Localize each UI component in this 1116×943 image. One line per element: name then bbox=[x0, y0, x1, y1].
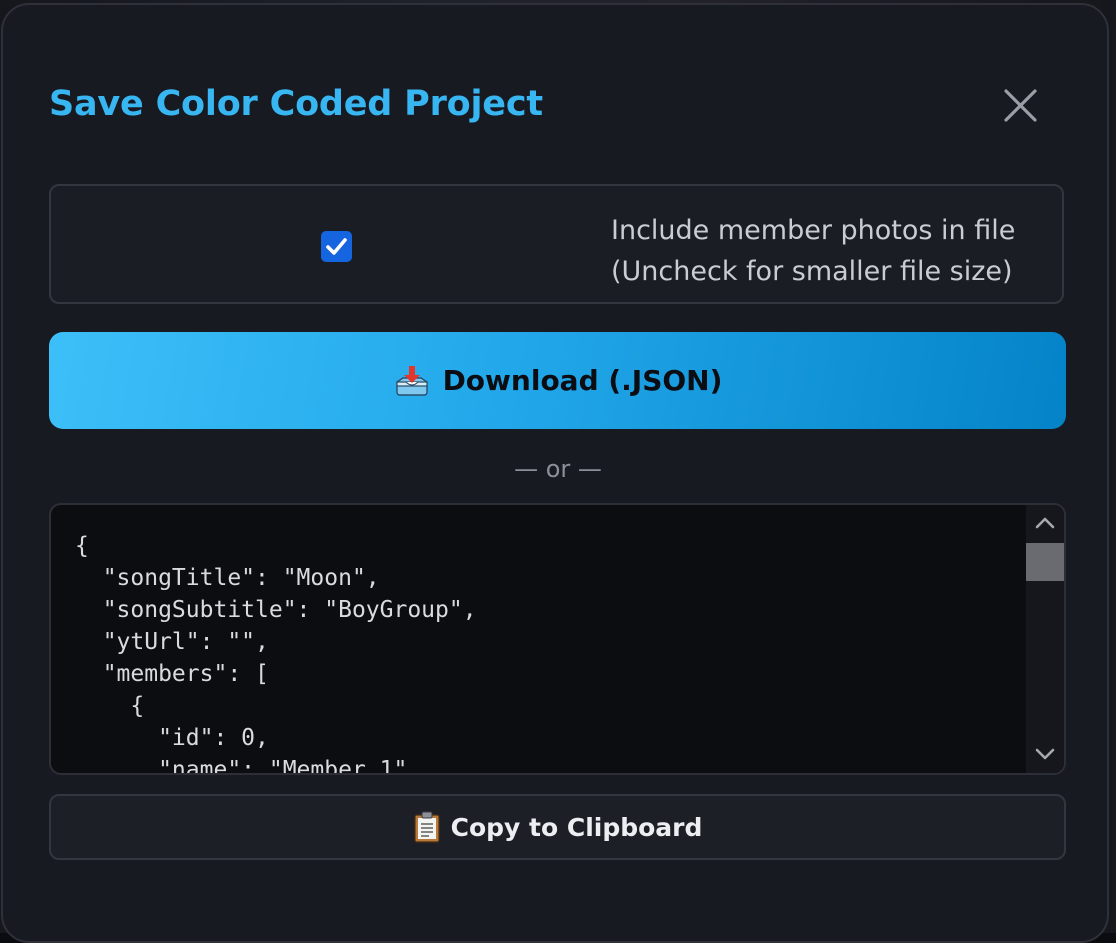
include-photos-checkbox[interactable] bbox=[321, 231, 352, 262]
scroll-down-button[interactable] bbox=[1026, 737, 1064, 773]
scroll-thumb[interactable] bbox=[1026, 543, 1064, 581]
clipboard-icon bbox=[413, 811, 441, 843]
dialog-title: Save Color Coded Project bbox=[49, 84, 543, 124]
checkmark-icon bbox=[321, 231, 352, 262]
include-photos-label-line2: (Uncheck for smaller file size) bbox=[611, 256, 1013, 287]
download-json-label: Download (.JSON) bbox=[442, 364, 723, 397]
close-icon bbox=[995, 81, 1045, 131]
json-output-textarea[interactable]: { "songTitle": "Moon", "songSubtitle": "… bbox=[49, 503, 1066, 775]
or-divider: — or — bbox=[514, 455, 602, 483]
close-button[interactable] bbox=[995, 81, 1045, 131]
download-json-button[interactable]: Download (.JSON) bbox=[49, 332, 1066, 429]
include-photos-label-line1: Include member photos in file bbox=[611, 215, 1016, 246]
copy-to-clipboard-button[interactable]: Copy to Clipboard bbox=[49, 794, 1066, 860]
json-output-text: { "songTitle": "Moon", "songSubtitle": "… bbox=[75, 533, 477, 775]
copy-to-clipboard-label: Copy to Clipboard bbox=[450, 812, 703, 842]
chevron-down-icon bbox=[1026, 737, 1064, 773]
include-photos-option: Include member photos in file (Uncheck f… bbox=[49, 184, 1064, 304]
include-photos-label: Include member photos in file (Uncheck f… bbox=[611, 210, 1051, 292]
scroll-up-button[interactable] bbox=[1026, 505, 1064, 541]
chevron-up-icon bbox=[1026, 505, 1064, 541]
save-project-dialog: Save Color Coded Project Include member … bbox=[1, 3, 1109, 943]
json-scrollbar[interactable] bbox=[1026, 505, 1064, 773]
download-tray-icon bbox=[393, 364, 431, 398]
